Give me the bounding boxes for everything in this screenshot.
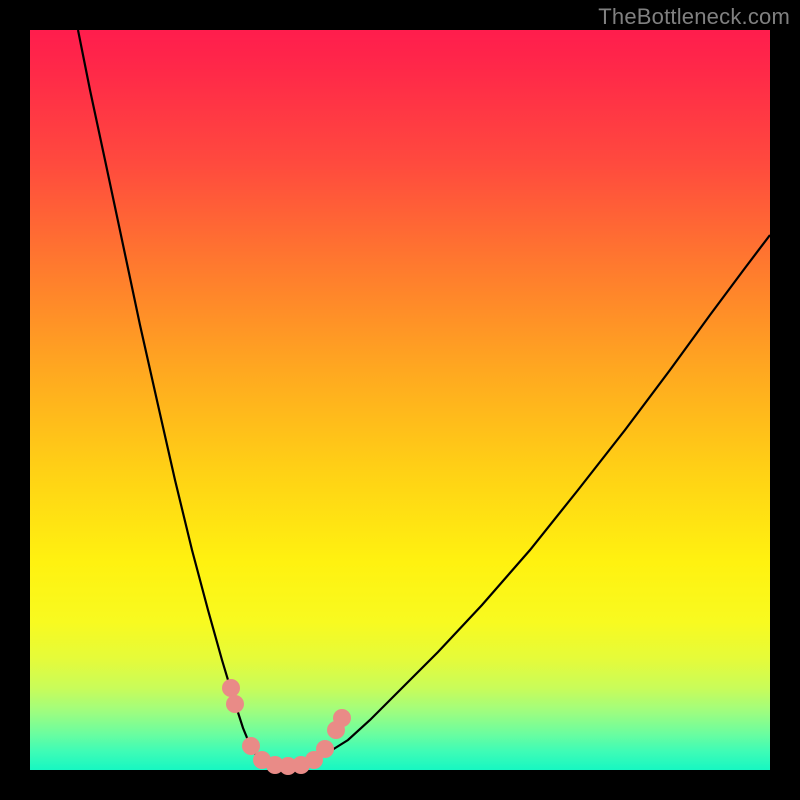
marker-left-upper-a <box>222 679 240 697</box>
plot-area <box>30 30 770 770</box>
marker-right-upper-b <box>333 709 351 727</box>
watermark-text: TheBottleneck.com <box>598 4 790 30</box>
right-curve <box>322 235 770 756</box>
marker-right-lower <box>316 740 334 758</box>
marker-group <box>222 679 351 775</box>
marker-left-upper-b <box>226 695 244 713</box>
curve-svg <box>30 30 770 770</box>
left-curve <box>78 30 255 754</box>
chart-frame: TheBottleneck.com <box>0 0 800 800</box>
marker-left-lower <box>242 737 260 755</box>
